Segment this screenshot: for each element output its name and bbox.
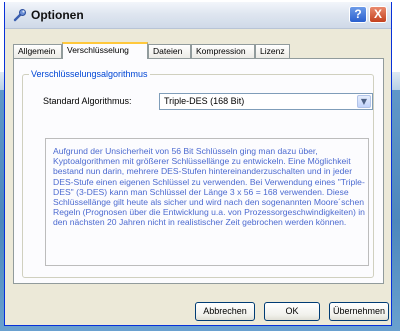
group-legend: Verschlüsselungsalgorithmus	[29, 69, 150, 79]
algorithm-label: Standard Algorithmus:	[43, 96, 132, 106]
apply-button[interactable]: Übernehmen	[329, 302, 389, 321]
close-button[interactable]: X	[369, 6, 387, 23]
window-title: Optionen	[31, 8, 84, 22]
algorithm-select-value: Triple-DES (168 Bit)	[164, 96, 245, 106]
algorithm-description-box: Aufgrund der Unsicherheit von 56 Bit Sch…	[45, 138, 369, 266]
chevron-down-icon[interactable]: ▼	[357, 95, 371, 108]
options-dialog: Optionen ? X Allgemein Verschlüsselung D…	[4, 2, 392, 326]
tab-dateien[interactable]: Dateien	[148, 44, 191, 58]
title-bar[interactable]: Optionen ? X	[5, 2, 391, 29]
tab-verschluesselung[interactable]: Verschlüsselung	[62, 42, 148, 59]
tab-allgemein[interactable]: Allgemein	[13, 44, 62, 58]
tab-lizenz[interactable]: Lizenz	[255, 44, 290, 58]
algorithm-select[interactable]: Triple-DES (168 Bit) ▼	[159, 93, 373, 110]
ok-button[interactable]: OK	[264, 302, 320, 321]
algorithm-description: Aufgrund der Unsicherheit von 56 Bit Sch…	[53, 146, 365, 228]
cancel-button[interactable]: Abbrechen	[195, 302, 255, 321]
tab-kompression[interactable]: Kompression	[191, 44, 255, 58]
help-button[interactable]: ?	[349, 6, 367, 23]
wrench-icon	[13, 9, 26, 22]
